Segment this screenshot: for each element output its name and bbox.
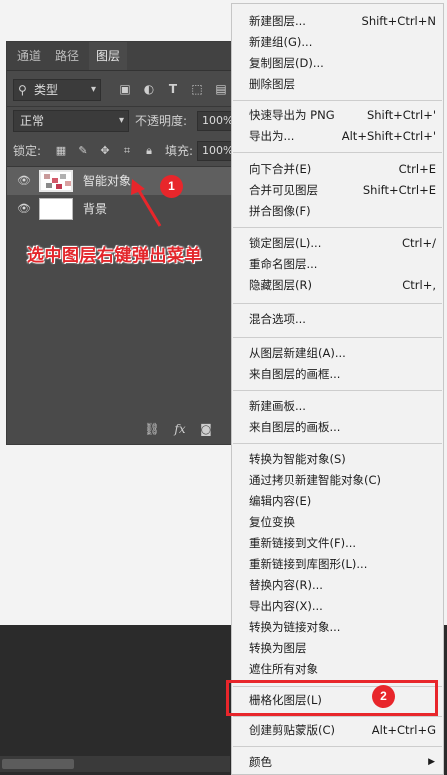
instruction-text: 选中图层右键弹出菜单 [27,246,202,266]
highlight-box-rasterize [226,680,438,716]
annotation-arrow-head [131,179,145,195]
annotation-arrow-line [136,188,162,227]
step-badge-2: 2 [372,685,395,708]
step-badge-1: 1 [160,175,183,198]
annotation-overlay [131,179,162,227]
